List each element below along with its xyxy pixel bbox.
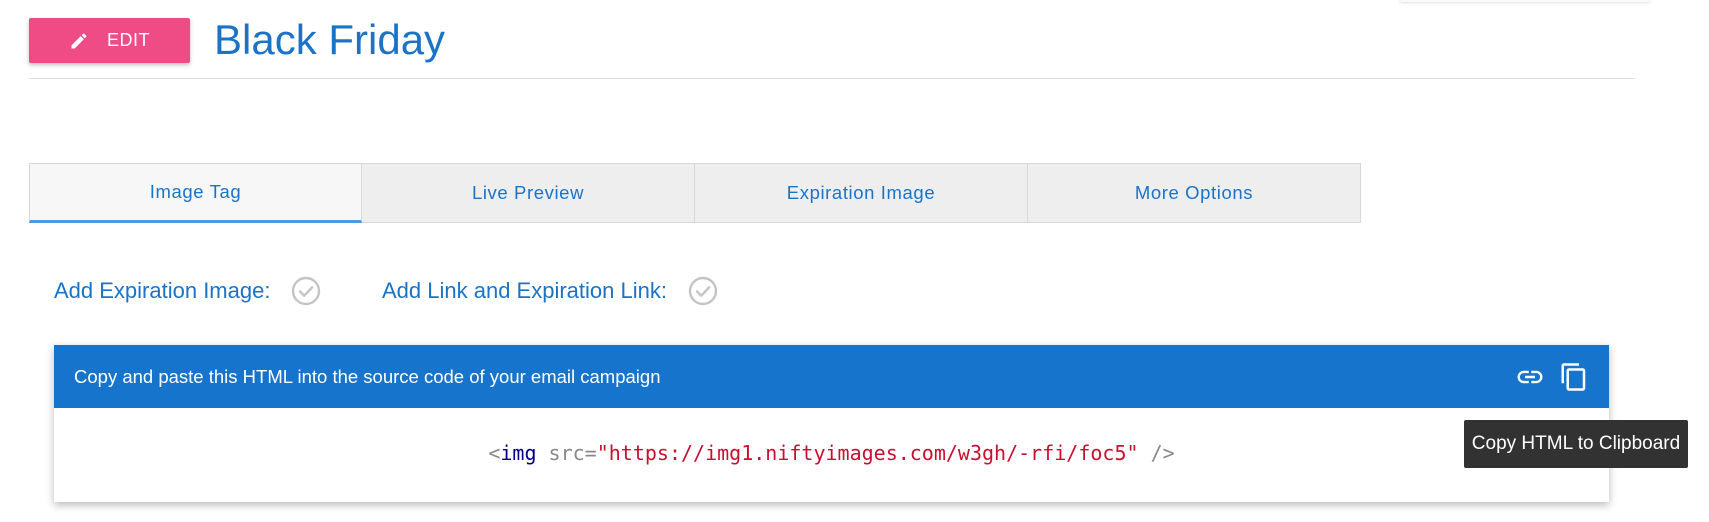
code-snippet[interactable]: < img src= "https://img1.niftyimages.com/w… xyxy=(54,408,1609,502)
edit-button[interactable]: EDIT xyxy=(29,18,190,63)
code-attr-value: "https://img1.niftyimages.com/w3gh/-rfi/… xyxy=(596,441,1139,465)
add-link-option: Add Link and Expiration Link: xyxy=(382,273,719,309)
topright-decoration xyxy=(1400,0,1650,2)
copy-tooltip: Copy HTML to Clipboard xyxy=(1464,420,1688,468)
code-close-bracket: /> xyxy=(1138,441,1175,465)
tab-live-preview[interactable]: Live Preview xyxy=(362,163,695,223)
add-expiration-image-option: Add Expiration Image: xyxy=(54,273,322,309)
edit-button-label: EDIT xyxy=(106,30,150,50)
tab-image-tag[interactable]: Image Tag xyxy=(29,163,362,223)
check-circle-icon[interactable] xyxy=(290,275,322,307)
copy-icon[interactable] xyxy=(1559,362,1589,392)
code-tag-name: img xyxy=(500,441,537,465)
tab-bar: Image Tag Live Preview Expiration Image … xyxy=(29,163,1361,223)
tab-expiration-image[interactable]: Expiration Image xyxy=(695,163,1028,223)
pencil-icon xyxy=(71,32,87,48)
add-link-label: Add Link and Expiration Link: xyxy=(382,278,667,303)
link-icon[interactable] xyxy=(1515,362,1545,392)
code-panel-header: Copy and paste this HTML into the source… xyxy=(54,345,1609,408)
code-open-bracket: < xyxy=(488,441,501,465)
page: EDIT Black Friday Image Tag Live Preview… xyxy=(0,0,1709,522)
check-circle-icon[interactable] xyxy=(687,275,719,307)
code-panel: Copy and paste this HTML into the source… xyxy=(54,345,1609,502)
code-instruction: Copy and paste this HTML into the source… xyxy=(74,365,661,387)
add-expiration-image-label: Add Expiration Image: xyxy=(54,278,271,303)
header-divider xyxy=(29,78,1635,79)
tab-more-options[interactable]: More Options xyxy=(1028,163,1361,223)
page-title: Black Friday xyxy=(214,16,446,63)
code-attr-name: src= xyxy=(536,441,597,465)
